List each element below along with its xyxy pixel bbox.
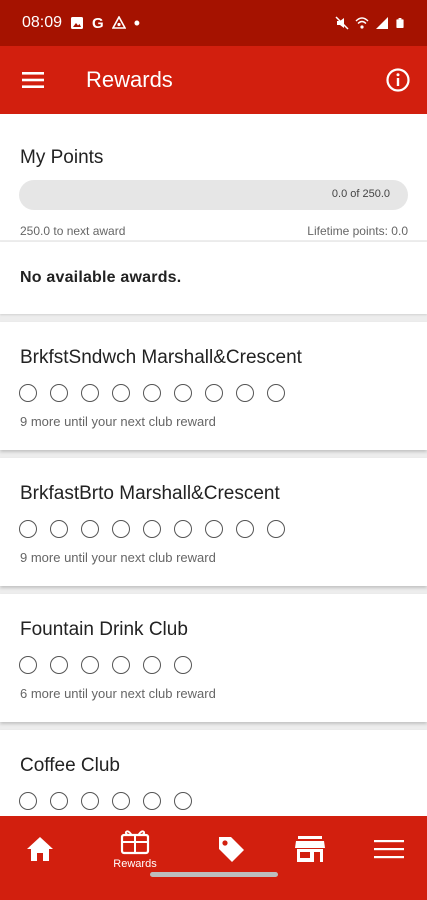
points-progress-bar: 0.0 of 250.0 [19,180,408,210]
club-punch-circle [267,520,285,538]
points-card: My Points 0.0 of 250.0 250.0 to next awa… [0,114,427,240]
content-scroll[interactable]: My Points 0.0 of 250.0 250.0 to next awa… [0,114,427,816]
app-bar: Rewards [0,46,427,114]
nav-rewards-label: Rewards [113,857,157,870]
club-card[interactable]: Fountain Drink Club 6 more until your nex… [0,594,427,722]
home-icon [27,837,53,861]
more-menu-icon [374,840,404,859]
club-punch-circle [81,384,99,402]
menu-button[interactable] [0,46,66,114]
club-name: Coffee Club [20,755,120,776]
club-punch-circle [143,792,161,810]
points-to-next-award: 250.0 to next award [20,224,126,238]
club-punch-circle [19,520,37,538]
tag-icon [219,837,244,862]
club-progress-circles [19,520,285,538]
club-punch-circle [205,520,223,538]
club-progress-circles [19,792,192,810]
club-punch-circle [50,384,68,402]
club-message: 9 more until your next club reward [20,550,216,565]
nav-stores[interactable] [270,816,350,882]
mute-icon [335,16,349,30]
club-punch-circle [81,792,99,810]
club-card[interactable]: Coffee Club [0,730,427,816]
store-icon [295,836,325,862]
wifi-icon [355,17,369,29]
a-icon [111,16,126,29]
club-punch-circle [174,656,192,674]
club-punch-circle [236,384,254,402]
gesture-bar[interactable] [150,872,278,877]
club-name: BrkfstSndwch Marshall&Crescent [20,347,302,368]
club-punch-circle [267,384,285,402]
club-name: BrkfastBrto Marshall&Crescent [20,483,280,504]
rewards-icon [120,829,150,854]
club-punch-circle [112,792,130,810]
club-punch-circle [50,656,68,674]
awards-text: No available awards. [20,269,182,286]
progress-text: 0.0 of 250.0 [331,188,390,200]
menu-icon [22,72,44,88]
battery-icon [396,18,404,28]
points-title: My Points [20,147,104,168]
status-time: 08:09 [22,14,63,31]
club-message: 9 more until your next club reward [20,414,216,429]
signal-icon [376,17,388,29]
club-punch-circle [174,384,192,402]
club-punch-circle [112,520,130,538]
club-progress-circles [19,384,285,402]
club-progress-circles [19,656,192,674]
club-punch-circle [50,520,68,538]
club-punch-circle [174,520,192,538]
club-punch-circle [19,792,37,810]
club-punch-circle [50,792,68,810]
info-icon [386,68,410,92]
info-button[interactable] [369,46,427,114]
awards-card: No available awards. [0,242,427,314]
image-icon [71,17,84,29]
club-punch-circle [112,384,130,402]
club-card[interactable]: BrkfstSndwch Marshall&Crescent 9 more unt… [0,322,427,450]
club-punch-circle [19,384,37,402]
club-punch-circle [81,520,99,538]
club-punch-circle [143,656,161,674]
google-icon: G [92,14,104,32]
club-punch-circle [236,520,254,538]
page-title: Rewards [86,67,173,92]
nav-more[interactable] [349,816,427,882]
club-punch-circle [81,656,99,674]
nav-home[interactable] [0,816,80,882]
club-punch-circle [143,520,161,538]
club-card[interactable]: BrkfastBrto Marshall&Crescent 9 more unti… [0,458,427,586]
status-bar: 08:09 G • [0,0,427,46]
club-name: Fountain Drink Club [20,619,188,640]
club-punch-circle [112,656,130,674]
club-punch-circle [205,384,223,402]
lifetime-points: Lifetime points: 0.0 [307,224,408,238]
clubs-list: BrkfstSndwch Marshall&Crescent 9 more unt… [0,322,427,816]
club-punch-circle [174,792,192,810]
dot-icon: • [133,13,141,33]
club-punch-circle [19,656,37,674]
club-message: 6 more until your next club reward [20,686,216,701]
club-punch-circle [143,384,161,402]
bottom-nav: Rewards [0,816,427,900]
